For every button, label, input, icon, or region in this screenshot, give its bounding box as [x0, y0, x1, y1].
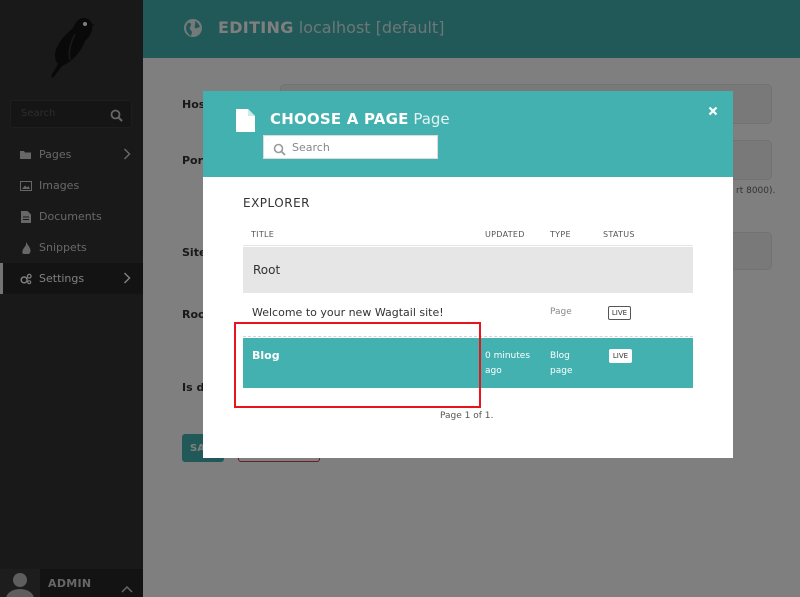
search-icon [273, 141, 286, 156]
explorer-heading: EXPLORER [243, 196, 310, 210]
close-icon[interactable] [706, 103, 720, 117]
page-icon [236, 109, 255, 132]
column-header-status: STATUS [603, 230, 635, 239]
modal-search[interactable] [263, 135, 438, 159]
row-type: Blog page [550, 351, 573, 376]
column-header-updated: UPDATED [485, 230, 525, 239]
table-header-divider [243, 245, 693, 246]
modal-search-input[interactable] [292, 136, 436, 158]
row-title[interactable]: Root [253, 263, 280, 277]
modal-title: CHOOSE A PAGE Page [270, 110, 450, 128]
status-badge: LIVE [608, 306, 631, 320]
modal-title-subtitle: Page [413, 110, 450, 128]
row-updated: 0 minutes ago [485, 351, 531, 376]
pagination: Page 1 of 1. [440, 411, 494, 421]
column-header-title: TITLE [251, 230, 275, 239]
row-title[interactable]: Welcome to your new Wagtail site! [252, 306, 444, 319]
table-row-root[interactable]: Root [243, 247, 693, 293]
modal-title-main: CHOOSE A PAGE [270, 110, 409, 128]
column-header-type: TYPE [550, 230, 571, 239]
status-badge: LIVE [609, 349, 632, 363]
row-type: Page [550, 307, 572, 317]
modal-header: CHOOSE A PAGE Page [203, 91, 733, 177]
selection-highlight-box [234, 322, 481, 408]
